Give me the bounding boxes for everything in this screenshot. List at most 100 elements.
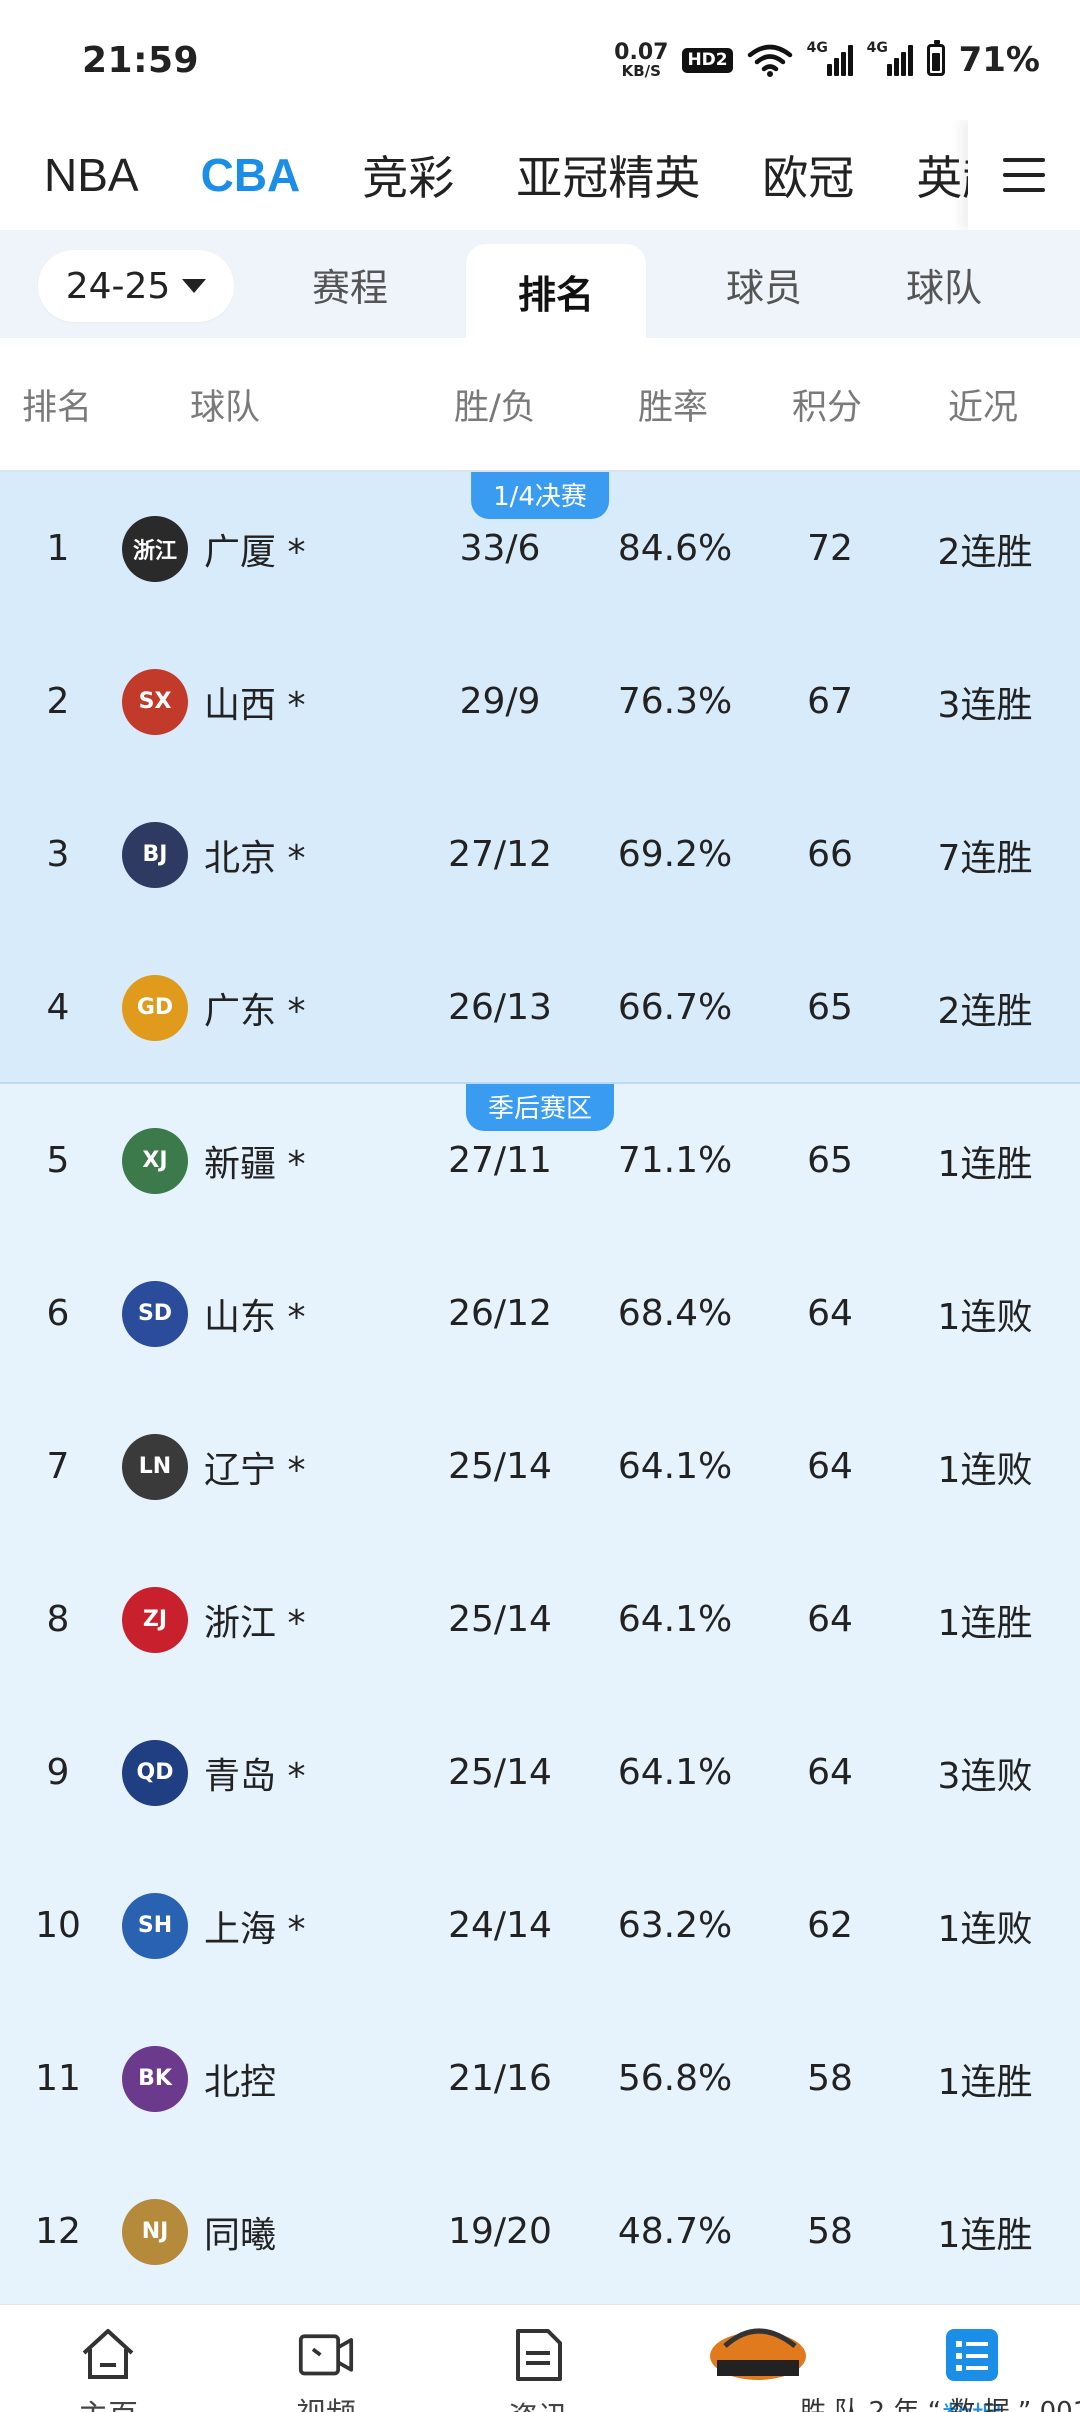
season-value: 24-25 (65, 265, 171, 307)
tab-schedule[interactable]: 赛程 (270, 230, 430, 338)
table-row[interactable]: 6 SD 山东 * 26/12 68.4% 64 1连败 (0, 1237, 1080, 1390)
team-name-cell: 山西 * (204, 684, 306, 726)
team-logo-cell: SX (116, 625, 194, 778)
team-logo-icon: ZJ (122, 1586, 188, 1653)
table-row[interactable]: 9 QD 青岛 * 25/14 64.1% 64 3连败 (0, 1696, 1080, 1849)
status-time: 21:59 (82, 39, 200, 81)
win-loss-cell: 26/13 (448, 987, 552, 1028)
points-cell: 64 (807, 1446, 853, 1487)
rank-cell: 8 (46, 1599, 70, 1640)
caret-down-icon (182, 279, 207, 293)
team-logo-icon: BK (122, 2045, 188, 2112)
win-pct-cell: 66.7% (617, 987, 733, 1028)
wifi-icon (747, 44, 792, 77)
bottom-nav: 主页 视频 资讯 数据 胜 队 2 年 “ 数 据 ” 001 (0, 2304, 1080, 2412)
form-cell: 1连败 (937, 1449, 1033, 1491)
menu-button[interactable] (968, 120, 1080, 230)
table-row[interactable]: 8 ZJ 浙江 * 25/14 64.1% 64 1连胜 (0, 1543, 1080, 1696)
tab-players[interactable]: 球员 (684, 230, 844, 338)
promo-text: 胜 队 2 年 “ 数 据 ” 001 (800, 2397, 1080, 2412)
header-rank: 排名 (22, 387, 93, 428)
team-name-cell: 北京 * (204, 837, 306, 879)
win-pct-cell: 48.7% (617, 2211, 733, 2252)
table-row[interactable]: 2 SX 山西 * 29/9 76.3% 67 3连胜 (0, 625, 1080, 778)
points-cell: 66 (807, 834, 853, 875)
header-pct: 胜率 (638, 387, 709, 428)
quarterfinal-zone: 1/4决赛 1 浙江 广厦 * 33/6 84.6% 72 2连胜 2 SX 山西 * 29/9 76… (0, 472, 1080, 1084)
team-name-cell: 辽宁 * (204, 1449, 306, 1491)
team-logo-icon: NJ (122, 2198, 188, 2265)
table-row[interactable]: 11 BK 北控 21/16 56.8% 58 1连胜 (0, 2002, 1080, 2155)
win-loss-cell: 27/12 (448, 834, 552, 875)
nav-news[interactable]: 资讯 (448, 2305, 628, 2412)
league-tab-1[interactable]: CBA (201, 148, 301, 202)
win-pct-cell: 68.4% (617, 1293, 733, 1334)
win-pct-cell: 63.2% (617, 1905, 733, 1946)
points-cell: 72 (807, 528, 853, 569)
header-pts: 积分 (792, 387, 863, 428)
win-pct-cell: 71.1% (617, 1140, 733, 1181)
team-logo-icon: GD (122, 974, 188, 1041)
league-tab-4[interactable]: 欧冠 (762, 142, 854, 208)
table-header: 排名 球队 胜/负 胜率 积分 近况 (0, 338, 1080, 472)
team-logo-icon: XJ (122, 1127, 188, 1194)
win-pct-cell: 64.1% (617, 1752, 733, 1793)
win-loss-cell: 21/16 (448, 2058, 552, 2099)
tab-standings[interactable]: 排名 (466, 244, 646, 338)
rank-cell: 11 (35, 2058, 81, 2099)
team-logo-cell: QD (116, 1696, 194, 1849)
win-loss-cell: 29/9 (459, 681, 541, 722)
win-loss-cell: 26/12 (448, 1293, 552, 1334)
home-icon (80, 2327, 136, 2381)
hd-icon: HD2 (682, 47, 733, 73)
tab-teams[interactable]: 球队 (864, 230, 1024, 338)
table-row[interactable]: 1 浙江 广厦 * 33/6 84.6% 72 2连胜 (0, 472, 1080, 625)
season-select[interactable]: 24-25 (38, 250, 234, 322)
team-logo-cell: BJ (116, 778, 194, 931)
win-pct-cell: 64.1% (617, 1446, 733, 1487)
table-row[interactable]: 3 BJ 北京 * 27/12 69.2% 66 7连胜 (0, 778, 1080, 931)
table-row[interactable]: 7 LN 辽宁 * 25/14 64.1% 64 1连败 (0, 1390, 1080, 1543)
league-tab-5[interactable]: 英超 (916, 142, 968, 208)
team-name-cell: 新疆 * (204, 1143, 306, 1185)
battery-level: 71% (958, 40, 1040, 80)
win-loss-cell: 19/20 (448, 2211, 552, 2252)
table-row[interactable]: 12 NJ 同曦 19/20 48.7% 58 1连胜 (0, 2155, 1080, 2308)
form-cell: 2连胜 (937, 990, 1033, 1032)
team-logo-icon: QD (122, 1739, 188, 1806)
table-row[interactable]: 5 XJ 新疆 * 27/11 71.1% 65 1连胜 (0, 1084, 1080, 1237)
league-tabs: NBA CBA 竞彩亚冠精英欧冠英超 (0, 120, 1080, 230)
points-cell: 64 (807, 1752, 853, 1793)
team-logo-icon: LN (122, 1433, 188, 1500)
team-logo-cell: XJ (116, 1084, 194, 1237)
playoff-zone: 季后赛区 5 XJ 新疆 * 27/11 71.1% 65 1连胜 6 SD 山东 * 26/12 6… (0, 1084, 1080, 2304)
points-cell: 64 (807, 1293, 853, 1334)
win-loss-cell: 24/14 (448, 1905, 552, 1946)
form-cell: 1连败 (937, 1296, 1033, 1338)
rank-cell: 6 (46, 1293, 70, 1334)
form-cell: 1连胜 (937, 2214, 1033, 2256)
points-cell: 67 (807, 681, 853, 722)
win-pct-cell: 76.3% (617, 681, 733, 722)
form-cell: 3连胜 (937, 684, 1033, 726)
table-row[interactable]: 4 GD 广东 * 26/13 66.7% 65 2连胜 (0, 931, 1080, 1084)
table-row[interactable]: 10 SH 上海 * 24/14 63.2% 62 1连败 (0, 1849, 1080, 2002)
leopards-logo-icon (703, 2323, 813, 2380)
points-cell: 58 (807, 2058, 853, 2099)
team-logo-icon: SD (122, 1280, 188, 1347)
league-tab-list: NBA CBA 竞彩亚冠精英欧冠英超 (0, 142, 968, 208)
win-pct-cell: 64.1% (617, 1599, 733, 1640)
nav-home[interactable]: 主页 (18, 2305, 198, 2412)
nav-video[interactable]: 视频 (236, 2305, 416, 2412)
header-wl: 胜/负 (454, 387, 536, 428)
team-logo-icon: 浙江 (122, 515, 188, 582)
form-cell: 1连胜 (937, 2061, 1033, 2103)
team-logo-cell: GD (116, 931, 194, 1084)
league-tab-0[interactable]: NBA (44, 148, 139, 202)
win-loss-cell: 25/14 (448, 1446, 552, 1487)
sub-tabs: 24-25 赛程 排名 球员 球队 (0, 230, 1080, 338)
team-name-cell: 北控 (204, 2061, 277, 2103)
league-tab-2[interactable]: 竞彩 (362, 142, 454, 208)
league-tab-3[interactable]: 亚冠精英 (516, 142, 700, 208)
form-cell: 3连败 (937, 1755, 1033, 1797)
